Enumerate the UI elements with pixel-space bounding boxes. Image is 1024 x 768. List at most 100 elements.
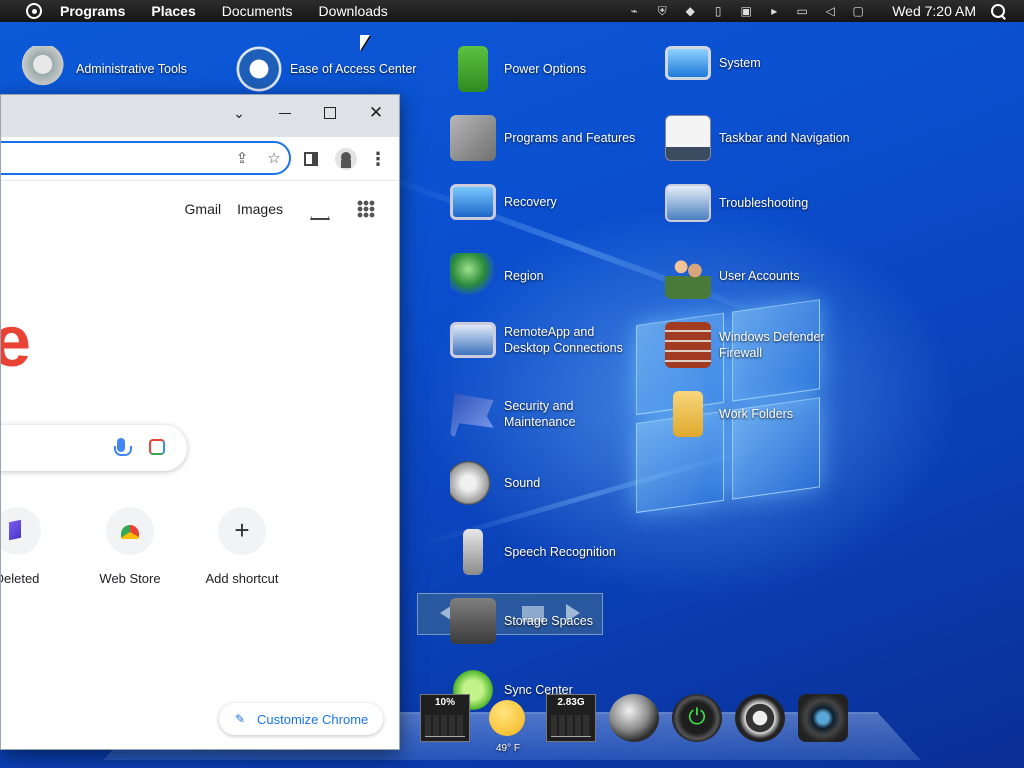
desktop-icon-label: Taskbar and Navigation: [719, 131, 850, 145]
main-menu-icon[interactable]: [26, 3, 42, 19]
network-disconnected-icon[interactable]: ⌁: [626, 4, 642, 18]
desktop-icon-user-accounts[interactable]: User Accounts: [665, 253, 800, 299]
desktop-icon-sound[interactable]: Sound: [450, 460, 540, 506]
menu-downloads[interactable]: Downloads: [319, 3, 388, 19]
shortcut-favicon-icon: [1, 507, 41, 555]
screen-icon[interactable]: ▣: [738, 4, 754, 18]
search-icon[interactable]: [990, 3, 1006, 19]
globe-icon[interactable]: [609, 694, 659, 742]
desktop-icon-label: Region: [504, 269, 544, 283]
accessibility-icon: [236, 46, 282, 92]
speaker-icon: [450, 460, 496, 506]
google-apps-grid-icon[interactable]: [357, 200, 375, 218]
customize-chrome-label: Customize Chrome: [257, 711, 369, 727]
memory-meter-icon[interactable]: 2.83G: [546, 694, 596, 742]
desktop-icon-speech-recognition[interactable]: Speech Recognition: [450, 529, 616, 575]
chrome-toolbar: ⇪ ☆ ⋮: [1, 137, 399, 181]
desktop-icon-storage-spaces[interactable]: Storage Spaces: [450, 598, 593, 644]
shortcut-tiles: Deleted Web Store Add shortcut: [1, 507, 399, 597]
mouse-cursor-icon: [360, 35, 370, 51]
desktop-icon-system[interactable]: System: [665, 46, 761, 80]
storage-icon: [450, 598, 496, 644]
minimize-button[interactable]: [273, 101, 297, 125]
google-logo-fragment: e: [1, 301, 31, 383]
arrow-icon[interactable]: ▸: [766, 4, 782, 18]
shortcut-add[interactable]: Add shortcut: [186, 507, 298, 586]
desktop-icon-firewall[interactable]: Windows Defender Firewall: [665, 322, 835, 368]
shortcut-deleted[interactable]: Deleted: [1, 507, 73, 586]
dock: 10% 49° F 2.83G: [420, 686, 861, 754]
recovery-icon: [450, 184, 496, 220]
diamond-icon[interactable]: ◆: [682, 4, 698, 18]
desktop-icon-label: Ease of Access Center: [290, 62, 417, 76]
menu-programs[interactable]: Programs: [60, 3, 125, 19]
desktop-icon-label: Speech Recognition: [504, 545, 616, 559]
clock[interactable]: Wed 7:20 AM: [892, 3, 976, 19]
shortcut-web-store[interactable]: Web Store: [74, 507, 186, 586]
weather-icon[interactable]: 49° F: [483, 694, 533, 754]
tab-search-chevron-icon[interactable]: ⌄: [227, 101, 251, 125]
power-icon[interactable]: [672, 694, 722, 742]
memory-meter-value: 2.83G: [557, 697, 585, 708]
programs-icon: [450, 115, 496, 161]
images-link[interactable]: Images: [237, 201, 283, 217]
microphone-icon: [463, 529, 483, 575]
desktop-icon-power-options[interactable]: Power Options: [450, 46, 586, 92]
google-lens-icon[interactable]: [149, 439, 165, 455]
google-search-box[interactable]: [1, 425, 187, 471]
pencil-icon: ✎: [235, 712, 246, 726]
chrome-window: ⌄ ✕ ⇪ ☆ ⋮ Gmail Images e Deleted: [0, 94, 400, 750]
side-panel-icon[interactable]: [304, 152, 318, 166]
clipboard-icon[interactable]: ▯: [710, 4, 726, 18]
plus-icon: [218, 507, 266, 555]
maximize-button[interactable]: [318, 101, 342, 125]
remote-desktop-icon: [450, 322, 496, 358]
new-tab-page: Gmail Images e Deleted Web Store Add sho…: [1, 181, 399, 749]
desktop-icon-label: RemoteApp and Desktop Connections: [504, 325, 623, 355]
desktop-icon-ease-of-access[interactable]: Ease of Access Center: [236, 46, 416, 92]
desktop-icon-recovery[interactable]: Recovery: [450, 184, 557, 220]
address-bar[interactable]: ⇪ ☆: [1, 141, 291, 175]
desktop-icon-label: Work Folders: [719, 407, 794, 421]
bookmark-star-icon[interactable]: ☆: [265, 150, 283, 168]
gmail-link[interactable]: Gmail: [185, 201, 222, 217]
firewall-icon: [665, 322, 711, 368]
desktop-icon-label: Recovery: [504, 195, 557, 209]
close-button[interactable]: ✕: [364, 101, 388, 125]
labs-flask-icon[interactable]: [307, 198, 329, 220]
desktop-icon-label: Power Options: [504, 62, 586, 76]
desktop-icon-region[interactable]: Region: [450, 253, 544, 299]
headphones-icon[interactable]: [735, 694, 785, 742]
desktop-icon-work-folders[interactable]: Work Folders: [665, 391, 793, 437]
desktop-icon-label: Storage Spaces: [504, 614, 593, 628]
desktop-icon-administrative-tools[interactable]: Administrative Tools: [22, 46, 187, 92]
voice-search-icon[interactable]: [114, 438, 132, 456]
network-icon[interactable]: ▭: [794, 4, 810, 18]
share-icon[interactable]: ⇪: [233, 150, 251, 168]
volume-muted-icon[interactable]: ◁: [822, 4, 838, 18]
menu-documents[interactable]: Documents: [222, 3, 293, 19]
desktop-icon-troubleshooting[interactable]: Troubleshooting: [665, 184, 808, 222]
desktop-icon-label: Windows Defender Firewall: [719, 330, 825, 360]
notification-icon[interactable]: ▢: [850, 4, 866, 18]
more-menu-icon[interactable]: ⋮: [369, 150, 387, 168]
customize-chrome-button[interactable]: ✎ Customize Chrome: [219, 703, 383, 735]
shield-icon[interactable]: ⛨: [654, 4, 670, 18]
users-icon: [665, 253, 711, 299]
desktop-icon-taskbar-navigation[interactable]: Taskbar and Navigation: [665, 115, 850, 161]
profile-avatar-icon[interactable]: [335, 148, 357, 170]
top-panel: Programs Places Documents Downloads ⌁ ⛨ …: [0, 0, 1024, 22]
desktop-icon-label: System: [719, 56, 761, 70]
chrome-titlebar[interactable]: ⌄ ✕: [1, 95, 399, 137]
desktop-icon-programs-and-features[interactable]: Programs and Features: [450, 115, 635, 161]
cpu-meter-value: 10%: [434, 697, 455, 708]
web-store-icon: [106, 507, 154, 555]
shortcut-label: Add shortcut: [205, 571, 279, 586]
shortcut-label: Web Store: [99, 571, 161, 586]
desktop-icon-label: Programs and Features: [504, 131, 636, 145]
desktop-icon-security-maintenance[interactable]: Security and Maintenance: [450, 391, 590, 437]
desktop-icon-remoteapp[interactable]: RemoteApp and Desktop Connections: [450, 322, 630, 358]
menu-places[interactable]: Places: [151, 3, 195, 19]
cpu-meter-icon[interactable]: 10%: [420, 694, 470, 742]
camera-icon[interactable]: [798, 694, 848, 742]
